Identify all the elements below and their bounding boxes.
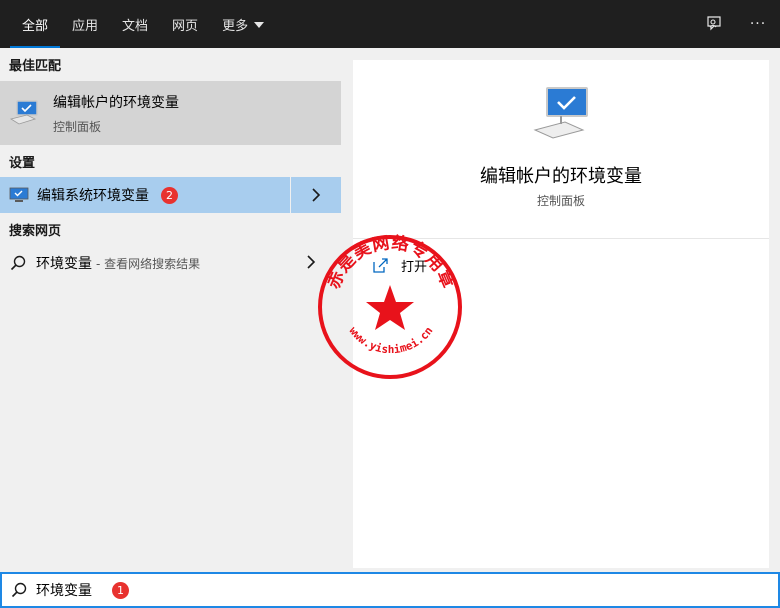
tab-documents[interactable]: 文档	[110, 0, 160, 48]
search-icon	[10, 255, 26, 271]
tab-apps-label: 应用	[72, 18, 99, 34]
web-search-item[interactable]: 环境变量 - 查看网络搜索结果	[0, 245, 341, 281]
setting-item-label: 编辑系统环境变量	[37, 188, 149, 204]
results-pane: 最佳匹配 编辑帐户的环境变量 控制面板 设置 编辑系统环境变量 2 搜索网页 环…	[0, 48, 341, 572]
open-icon	[373, 258, 388, 273]
tab-all-label: 全部	[22, 18, 49, 34]
chevron-right-icon	[312, 188, 321, 202]
tab-more-label: 更多	[222, 18, 249, 34]
search-bar: 1	[0, 572, 780, 608]
chevron-right-icon[interactable]	[306, 255, 316, 269]
settings-heading: 设置	[9, 155, 36, 171]
preview-pane: 编辑帐户的环境变量 控制面板 打开	[353, 60, 769, 568]
feedback-button[interactable]	[692, 0, 736, 48]
web-search-sub: - 查看网络搜索结果	[96, 256, 201, 271]
search-icon	[11, 582, 27, 598]
preview-divider	[353, 238, 769, 239]
best-match-item[interactable]: 编辑帐户的环境变量 控制面板	[0, 81, 341, 145]
tab-all[interactable]: 全部	[10, 0, 61, 48]
web-search-label: 环境变量	[36, 256, 92, 272]
monitor-icon	[533, 87, 588, 139]
setting-item-edit-system-env[interactable]: 编辑系统环境变量 2	[0, 177, 341, 213]
more-icon: ···	[749, 16, 767, 32]
tab-web-label: 网页	[172, 18, 199, 34]
expand-button[interactable]	[291, 177, 341, 213]
best-match-subtitle: 控制面板	[53, 119, 102, 134]
tab-documents-label: 文档	[122, 18, 149, 34]
tab-apps[interactable]: 应用	[60, 0, 110, 48]
tab-more[interactable]: 更多	[210, 0, 276, 48]
feedback-icon	[707, 16, 721, 31]
top-bar: 全部 应用 文档 网页 更多 ···	[0, 0, 780, 48]
best-match-heading: 最佳匹配	[9, 58, 62, 74]
search-input[interactable]	[36, 582, 106, 598]
web-search-heading: 搜索网页	[9, 223, 62, 239]
step-badge: 1	[112, 581, 129, 599]
preview-subtitle: 控制面板	[536, 194, 585, 208]
monitor-icon	[9, 187, 29, 202]
open-action[interactable]: 打开	[373, 253, 427, 277]
more-options-button[interactable]: ···	[736, 0, 780, 48]
monitor-icon	[9, 100, 38, 125]
preview-title: 编辑帐户的环境变量	[480, 166, 642, 187]
chevron-down-icon	[254, 22, 265, 28]
top-right-actions: ···	[692, 0, 780, 48]
open-label: 打开	[401, 259, 428, 275]
best-match-title: 编辑帐户的环境变量	[53, 94, 179, 111]
step-badge: 2	[161, 186, 178, 204]
tab-web[interactable]: 网页	[160, 0, 210, 48]
